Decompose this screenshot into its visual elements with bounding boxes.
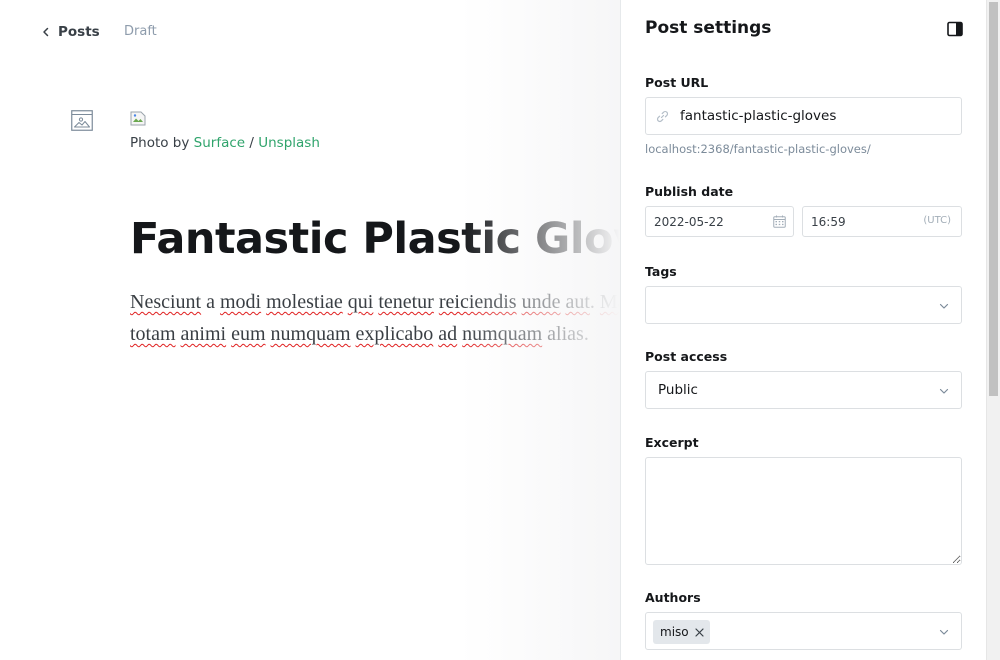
- link-icon: [657, 111, 668, 122]
- body-word: explicabo: [355, 323, 434, 345]
- body-word: tenetur: [378, 291, 434, 313]
- body-word: eum: [231, 323, 266, 345]
- post-url-field[interactable]: [645, 97, 962, 135]
- publish-time-input[interactable]: [811, 213, 901, 231]
- body-word: reiciendis: [438, 291, 517, 313]
- post-settings-panel: Post settings Post URL localhost:2368/fa…: [620, 0, 986, 660]
- panel-title: Post settings: [645, 18, 772, 38]
- publish-date-label: Publish date: [645, 184, 734, 199]
- publish-time-field[interactable]: (UTC): [802, 206, 962, 237]
- body-word: molestiae: [266, 291, 343, 313]
- body-word: numquam: [462, 323, 543, 345]
- body-word: numquam: [270, 323, 351, 345]
- back-label: Posts: [58, 24, 100, 40]
- calendar-icon[interactable]: [773, 215, 786, 228]
- tags-select[interactable]: [645, 286, 962, 324]
- post-body[interactable]: Nesciunt a modi molestiae qui tenetur re…: [130, 286, 620, 350]
- body-word: alias: [547, 323, 584, 345]
- photo-source-link[interactable]: Unsplash: [258, 135, 320, 151]
- chevron-down-icon: [939, 303, 949, 309]
- body-word: unde: [521, 291, 561, 313]
- post-url-preview: localhost:2368/fantastic-plastic-gloves/: [645, 142, 871, 156]
- editor-canvas: Posts Draft Photo by Surface / Unsplash …: [0, 0, 620, 660]
- chevron-left-icon: [43, 27, 49, 37]
- publish-date-input[interactable]: [654, 213, 764, 231]
- broken-image-icon: [130, 111, 146, 126]
- image-icon[interactable]: [71, 110, 93, 131]
- body-word: Maxime: [599, 291, 620, 313]
- post-access-value: Public: [658, 382, 698, 398]
- page-scrollbar[interactable]: [986, 0, 1000, 660]
- photo-author-link[interactable]: Surface: [194, 135, 245, 151]
- body-word: a: [206, 291, 215, 313]
- authors-label: Authors: [645, 590, 701, 605]
- post-access-label: Post access: [645, 349, 728, 364]
- sidebar-toggle-icon[interactable]: [947, 21, 963, 37]
- post-url-label: Post URL: [645, 75, 709, 90]
- publish-date-field[interactable]: [645, 206, 794, 237]
- post-url-input[interactable]: [680, 106, 950, 126]
- body-word: animi: [180, 323, 227, 345]
- body-word: Nesciunt: [130, 291, 202, 313]
- credit-prefix: Photo by: [130, 135, 194, 151]
- body-word: aut: [565, 291, 590, 313]
- post-title[interactable]: Fantastic Plastic Gloves: [130, 214, 620, 264]
- body-word: modi: [219, 291, 262, 313]
- excerpt-textarea[interactable]: [645, 457, 962, 565]
- authors-select[interactable]: miso: [645, 612, 962, 650]
- body-word: qui: [347, 291, 374, 313]
- author-chip: miso: [653, 620, 710, 644]
- excerpt-label: Excerpt: [645, 435, 699, 450]
- scrollbar-thumb[interactable]: [989, 2, 998, 396]
- back-to-posts-link[interactable]: Posts: [40, 22, 100, 42]
- chevron-down-icon: [939, 388, 949, 394]
- post-status: Draft: [124, 24, 157, 39]
- body-word: totam: [130, 323, 176, 345]
- tags-label: Tags: [645, 264, 677, 279]
- timezone-label: (UTC): [923, 215, 951, 226]
- close-icon[interactable]: [695, 627, 704, 637]
- credit-separator: /: [245, 135, 259, 151]
- photo-credit: Photo by Surface / Unsplash: [130, 135, 320, 151]
- body-word: ad: [438, 323, 458, 345]
- author-name: miso: [660, 625, 689, 639]
- post-access-select[interactable]: Public: [645, 371, 962, 409]
- chevron-down-icon: [939, 629, 949, 635]
